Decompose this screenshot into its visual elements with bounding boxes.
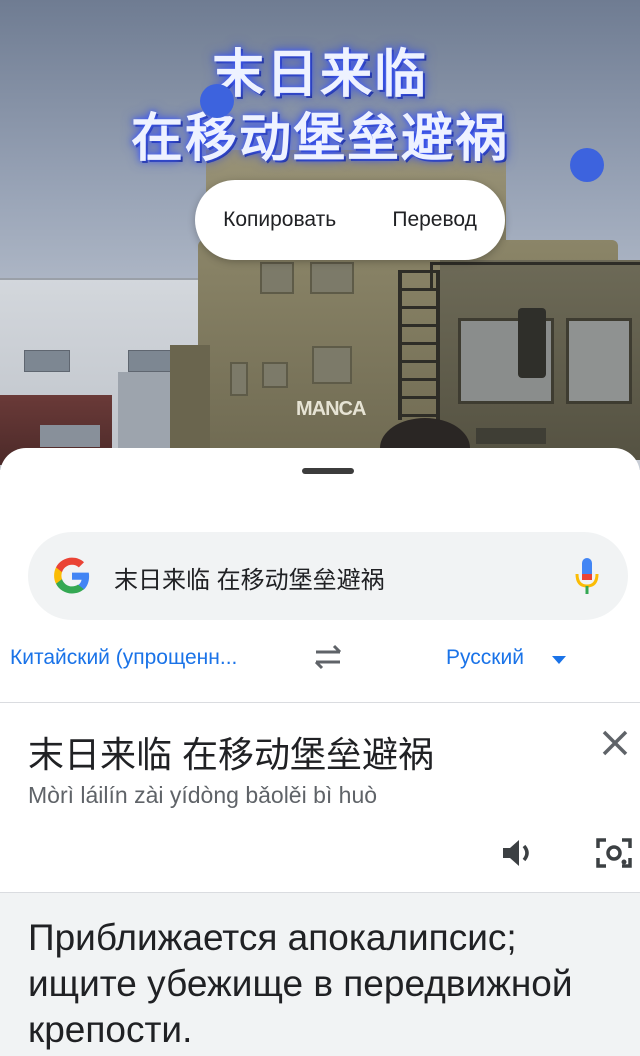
camper-window	[230, 362, 248, 396]
side-mirror	[518, 308, 546, 378]
selection-handle-start[interactable]	[200, 84, 234, 118]
camper-window	[262, 362, 288, 388]
background-photo: MANCA 末日来临 在移动堡垒避祸 Копировать Перевод	[0, 0, 640, 470]
sheet-drag-handle[interactable]	[302, 468, 354, 474]
swap-icon[interactable]	[310, 642, 346, 672]
source-language-button[interactable]: Китайский (упрощенн...	[10, 646, 237, 670]
language-selector-row: Китайский (упрощенн... Русский	[0, 638, 640, 698]
camper-window	[310, 262, 354, 294]
building-door	[118, 372, 178, 452]
translation-result-panel: Приближается апокалипсис; ищите убежище …	[0, 892, 640, 1056]
video-title-line2[interactable]: 在移动堡垒避祸	[0, 96, 640, 171]
copy-button[interactable]: Копировать	[223, 208, 336, 232]
translate-bottom-sheet: 末日来临 在移动堡垒避祸 Китайский (упрощенн... Русс…	[0, 448, 640, 1056]
lens-icon[interactable]	[594, 834, 634, 872]
selection-handle-end[interactable]	[570, 148, 604, 182]
plate	[476, 428, 546, 444]
text-selection-menu: Копировать Перевод	[195, 180, 505, 260]
building-window	[24, 350, 70, 372]
target-language-button[interactable]: Русский	[446, 646, 524, 670]
building-window	[128, 350, 174, 372]
search-query[interactable]: 末日来临 在移动堡垒避祸	[114, 560, 385, 595]
google-g-icon	[54, 557, 90, 594]
romanization-text: Mòrì láilín zài yídòng bǎolěi bì huò	[28, 782, 378, 808]
dropdown-caret-icon[interactable]	[552, 656, 566, 664]
close-icon[interactable]	[598, 726, 632, 760]
mic-icon[interactable]	[574, 556, 600, 596]
camper-window	[260, 262, 294, 294]
truck-logo: MANCA	[296, 398, 366, 420]
speaker-icon[interactable]	[500, 836, 538, 870]
camper-window	[312, 346, 352, 384]
translate-button[interactable]: Перевод	[392, 208, 477, 232]
google-search-box[interactable]: 末日来临 在移动堡垒避祸	[28, 532, 628, 620]
camper-side-panel	[170, 345, 210, 460]
source-text: 末日来临 在移动堡垒避祸	[28, 734, 435, 775]
divider	[0, 702, 640, 703]
truck-ladder	[398, 270, 440, 420]
windshield-right	[566, 318, 632, 404]
roof-rack	[430, 262, 640, 289]
translation-result-text[interactable]: Приближается апокалипсис; ищите убежище …	[28, 915, 618, 1053]
